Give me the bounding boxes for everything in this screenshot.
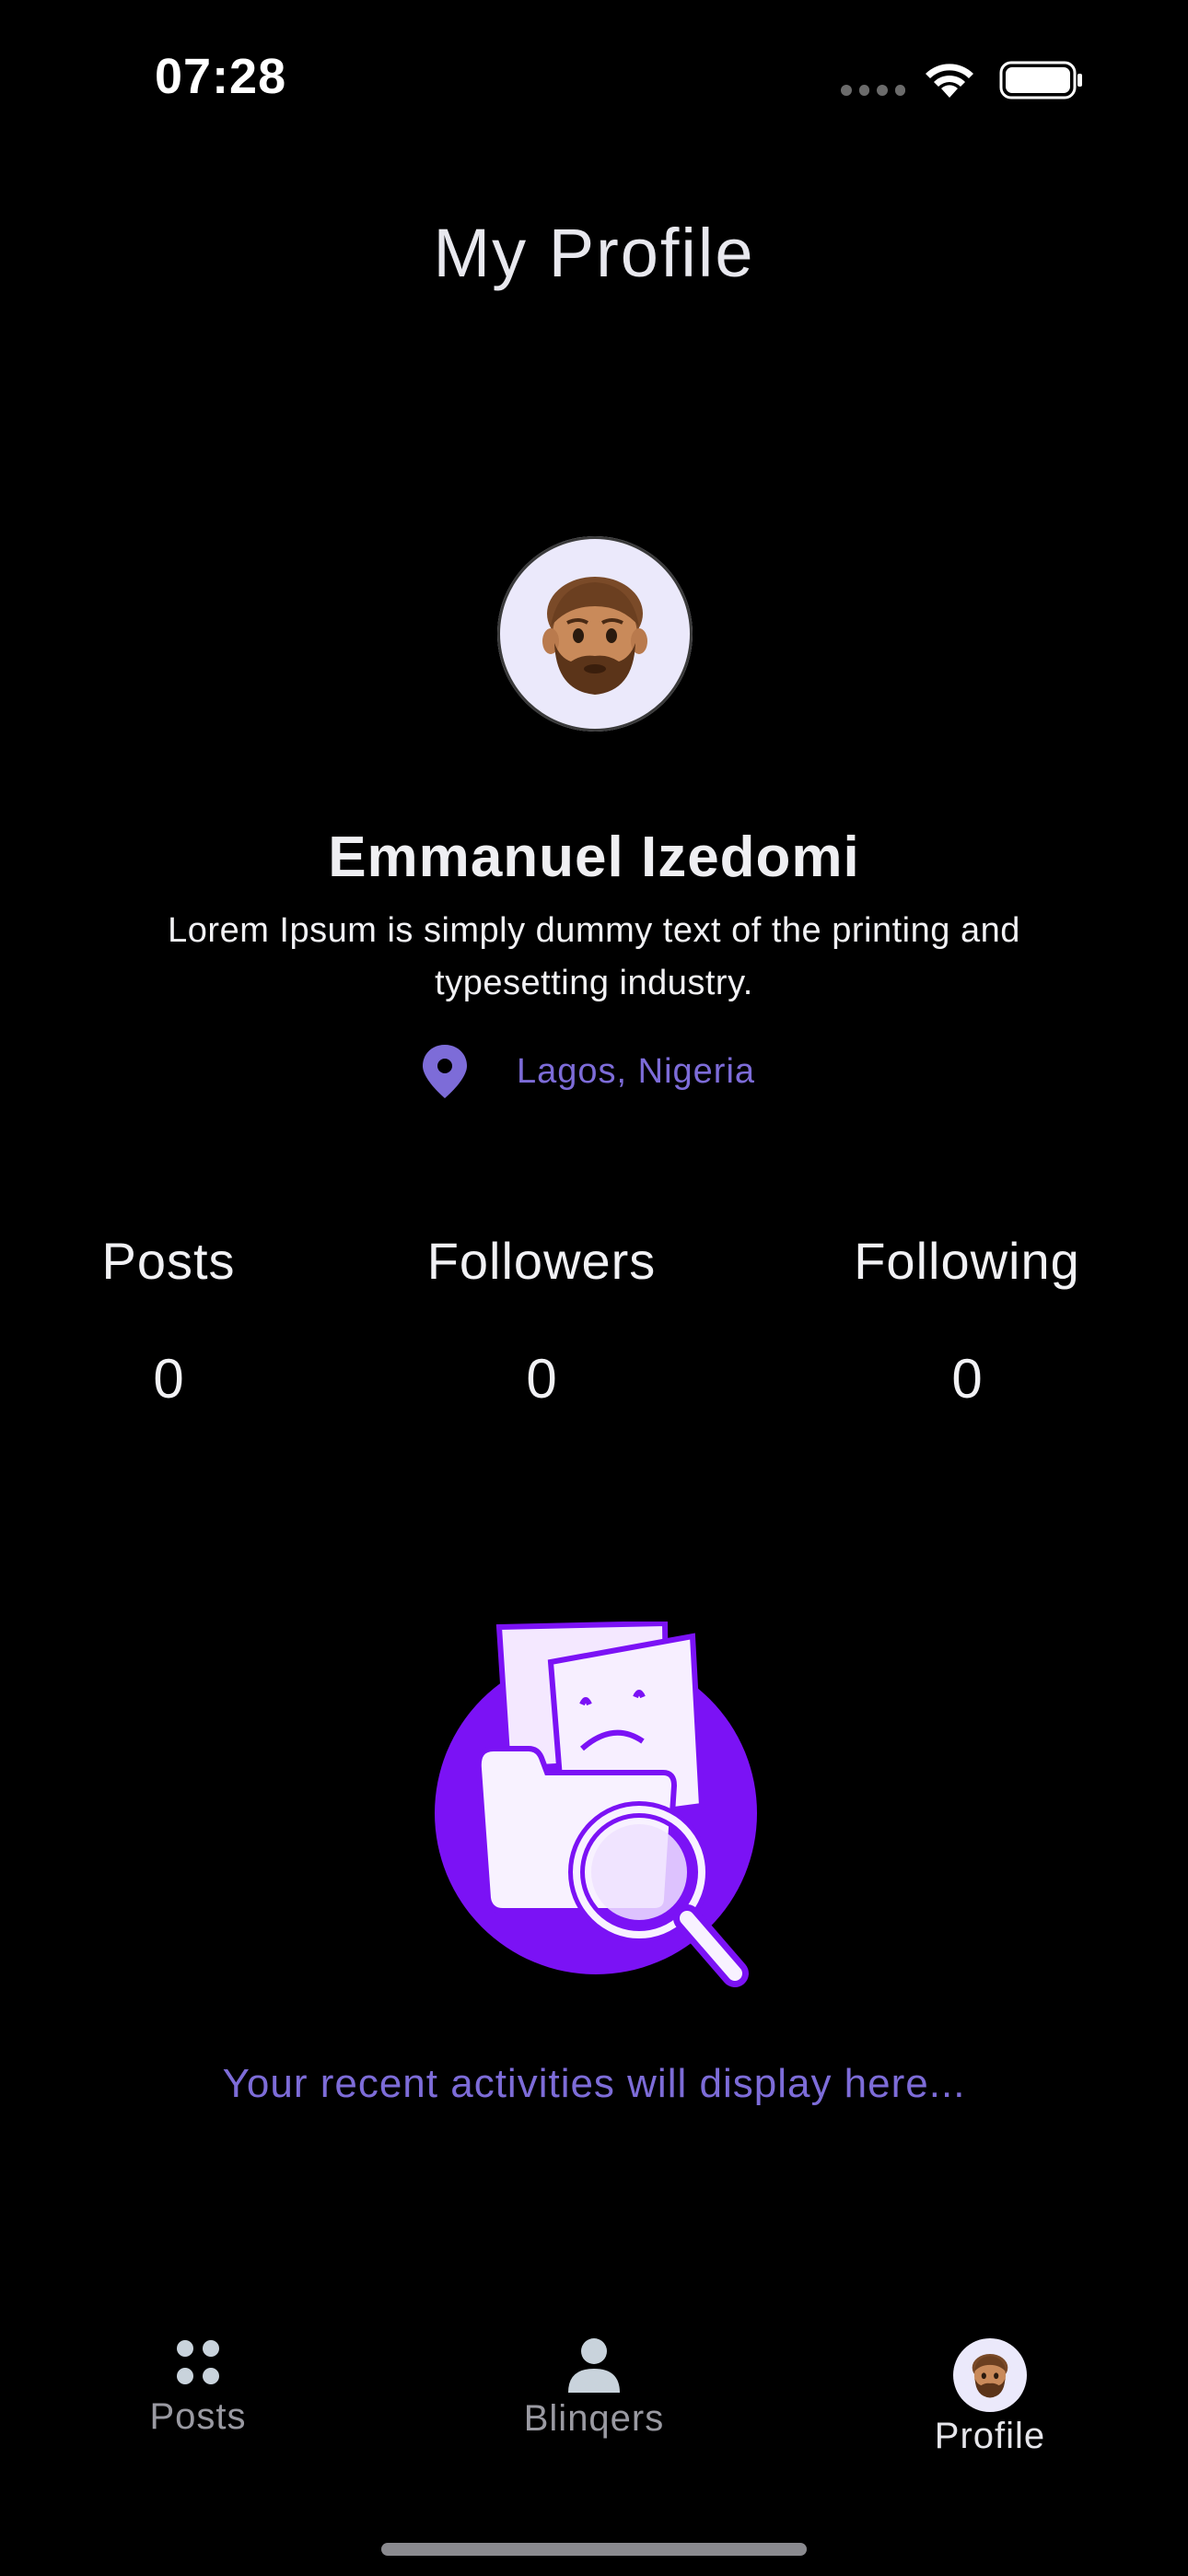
dots-grid-icon (177, 2340, 219, 2384)
stat-followers-value[interactable]: 0 (385, 1347, 698, 1411)
profile-location: Lagos, Nigeria (419, 1041, 755, 1102)
person-icon (568, 2338, 620, 2393)
nav-label-blinqers: Blinqers (523, 2398, 665, 2439)
profile-bio: Lorem Ipsum is simply dummy text of the … (168, 911, 1020, 1002)
bearded-man-emoji-icon (972, 2353, 1008, 2398)
location-text: Lagos, Nigeria (517, 1051, 756, 1091)
wifi-icon (926, 64, 973, 98)
stat-following-value[interactable]: 0 (810, 1347, 1124, 1411)
nav-tab-profile[interactable]: Profile (838, 2338, 1142, 2457)
status-time: 07:28 (155, 49, 287, 104)
stat-posts-value[interactable]: 0 (55, 1347, 282, 1411)
stat-posts-label[interactable]: Posts (55, 1231, 282, 1291)
location-pin-icon (423, 1045, 467, 1098)
bearded-man-emoji-icon (542, 577, 647, 695)
battery-icon (999, 61, 1082, 100)
nav-tab-blinqers[interactable]: Blinqers (442, 2336, 746, 2440)
cellular-signal-icon (841, 85, 905, 98)
nav-label-posts: Posts (149, 2396, 247, 2437)
nav-avatar (953, 2338, 1027, 2412)
stat-followers-label[interactable]: Followers (385, 1231, 698, 1291)
activity-empty-message: Your recent activities will display here… (222, 2061, 966, 2106)
nav-tab-posts[interactable]: Posts (46, 2336, 350, 2438)
nav-label-profile: Profile (934, 2416, 1046, 2456)
empty-folder-search-icon (435, 1622, 757, 1987)
profile-name: Emmanuel Izedomi (328, 825, 860, 889)
page-title: My Profile (433, 215, 755, 291)
home-indicator[interactable] (381, 2543, 807, 2556)
profile-avatar[interactable] (497, 536, 693, 732)
stat-following-label[interactable]: Following (810, 1231, 1124, 1291)
